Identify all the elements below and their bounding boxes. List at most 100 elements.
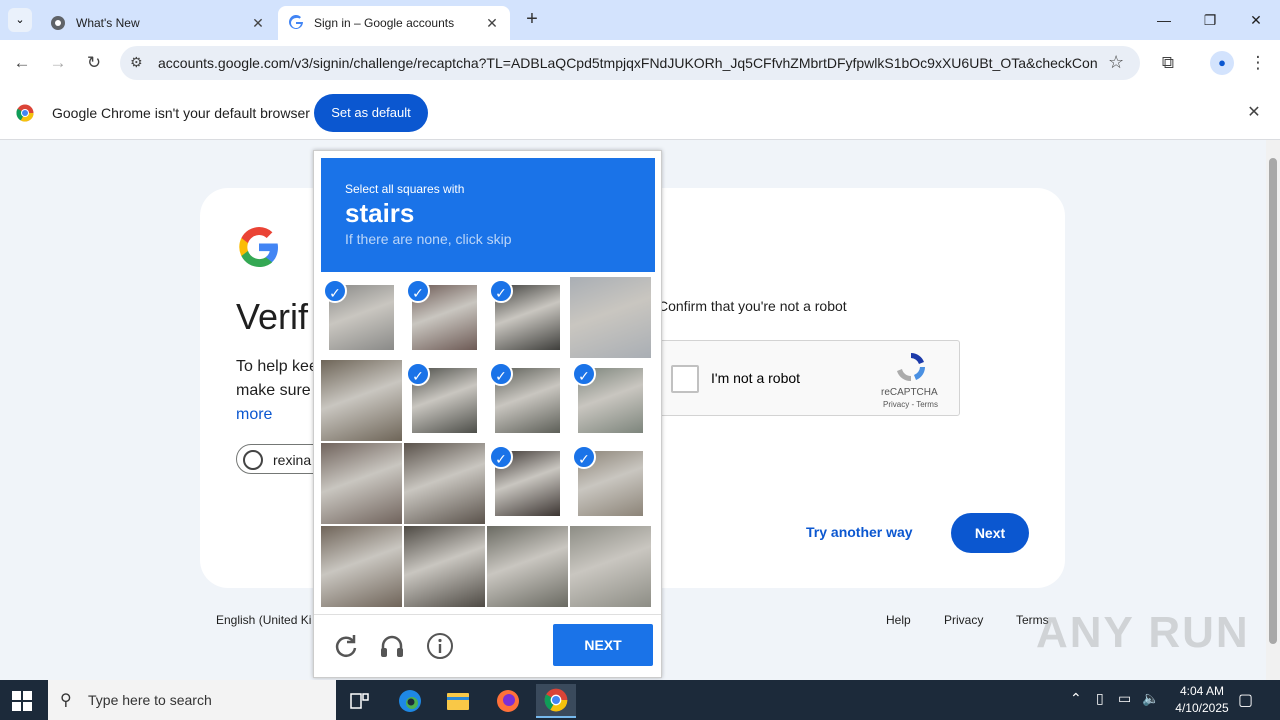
- challenge-skip-hint: If there are none, click skip: [345, 231, 512, 247]
- learn-more-link[interactable]: more: [236, 406, 272, 424]
- restore-button[interactable]: ❐: [1198, 8, 1222, 32]
- google-logo-icon: [238, 226, 280, 268]
- scroll-thumb[interactable]: [1269, 158, 1277, 644]
- tab-strip: ⌄ What's New ✕ Sign in – Google accounts…: [0, 0, 1280, 40]
- account-email: rexina: [273, 452, 312, 468]
- challenge-instruction: Select all squares with: [345, 182, 465, 196]
- back-button[interactable]: ←: [10, 51, 34, 75]
- reload-button[interactable]: ↻: [82, 51, 106, 75]
- challenge-tile[interactable]: ✓: [487, 360, 568, 441]
- menu-kebab-icon[interactable]: ⋮: [1246, 51, 1270, 75]
- tile-photo: [404, 443, 485, 524]
- challenge-header: Select all squares with stairs If there …: [321, 158, 655, 272]
- windows-taskbar: ⚲ Type here to search ⌃ ▯ ▭ 🔈 4:04 AM 4/…: [0, 680, 1280, 720]
- checkmark-icon: ✓: [489, 362, 513, 386]
- new-tab-button[interactable]: +: [520, 8, 544, 32]
- notifications-icon[interactable]: ▢: [1238, 690, 1253, 710]
- checkmark-icon: ✓: [323, 279, 347, 303]
- task-view-icon[interactable]: [340, 684, 380, 718]
- chevron-down-icon: ⌄: [15, 14, 25, 26]
- chrome-favicon-icon: [50, 15, 66, 31]
- help-link[interactable]: Help: [886, 613, 911, 627]
- challenge-tile[interactable]: [404, 443, 485, 524]
- windows-start-icon[interactable]: [12, 691, 32, 711]
- profile-avatar-icon[interactable]: ●: [1210, 51, 1234, 75]
- next-button[interactable]: Next: [951, 513, 1029, 553]
- privacy-link[interactable]: Privacy: [944, 613, 983, 627]
- tile-photo: [570, 526, 651, 607]
- google-favicon-icon: [288, 15, 304, 31]
- close-tab-icon[interactable]: ✕: [250, 15, 266, 31]
- close-window-button[interactable]: ✕: [1244, 8, 1268, 32]
- checkmark-icon: ✓: [489, 279, 513, 303]
- tab-whats-new[interactable]: What's New ✕: [40, 6, 276, 40]
- recaptcha-checkbox[interactable]: [671, 365, 699, 393]
- checkmark-icon: ✓: [406, 279, 430, 303]
- challenge-tile[interactable]: ✓: [570, 360, 651, 441]
- challenge-tile[interactable]: ✓: [321, 277, 402, 358]
- url-text[interactable]: accounts.google.com/v3/signin/challenge/…: [158, 55, 1098, 71]
- challenge-tile[interactable]: [570, 277, 651, 358]
- recaptcha-challenge: Select all squares with stairs If there …: [313, 150, 662, 678]
- challenge-tile[interactable]: ✓: [487, 443, 568, 524]
- checkmark-icon: ✓: [572, 445, 596, 469]
- bookmark-star-icon[interactable]: ☆: [1108, 52, 1124, 73]
- address-bar[interactable]: ⚙ accounts.google.com/v3/signin/challeng…: [120, 46, 1140, 80]
- try-another-way-button[interactable]: Try another way: [806, 524, 913, 540]
- edge-icon[interactable]: [390, 684, 430, 718]
- search-icon: ⚲: [60, 692, 72, 709]
- extensions-icon[interactable]: ⧉: [1156, 51, 1180, 75]
- challenge-tile[interactable]: [570, 526, 651, 607]
- info-icon[interactable]: [426, 632, 454, 660]
- search-placeholder: Type here to search: [88, 692, 212, 708]
- set-as-default-button[interactable]: Set as default: [314, 94, 428, 132]
- page-scrollbar[interactable]: [1266, 140, 1280, 680]
- help-text: To help kee: [236, 358, 318, 375]
- close-tab-icon[interactable]: ✕: [484, 15, 500, 31]
- minimize-button[interactable]: —: [1152, 8, 1176, 32]
- recaptcha-privacy-terms[interactable]: Privacy - Terms: [883, 400, 938, 409]
- challenge-tile[interactable]: [487, 526, 568, 607]
- forward-button[interactable]: →: [46, 51, 70, 75]
- chrome-taskbar-icon[interactable]: [536, 684, 576, 718]
- tab-search-button[interactable]: ⌄: [8, 8, 32, 32]
- network-icon[interactable]: ▭: [1118, 690, 1131, 707]
- divider: [314, 614, 661, 615]
- challenge-tile[interactable]: [321, 360, 402, 441]
- confirm-robot-text: Confirm that you're not a robot: [658, 298, 847, 314]
- site-info-icon[interactable]: ⚙: [130, 54, 143, 71]
- tab-sign-in[interactable]: Sign in – Google accounts ✕: [278, 6, 510, 40]
- toolbar: ← → ↻ ⚙ accounts.google.com/v3/signin/ch…: [0, 40, 1280, 86]
- recaptcha-brand: reCAPTCHA: [881, 387, 938, 398]
- clock-date[interactable]: 4/10/2025: [1166, 701, 1238, 715]
- reload-challenge-icon[interactable]: [332, 632, 360, 660]
- tile-photo: [404, 526, 485, 607]
- device-icon[interactable]: ▯: [1096, 690, 1104, 707]
- challenge-object: stairs: [345, 198, 415, 228]
- firefox-icon[interactable]: [488, 684, 528, 718]
- audio-challenge-icon[interactable]: [378, 632, 406, 660]
- taskbar-search[interactable]: ⚲ Type here to search: [48, 680, 336, 720]
- tile-photo: [321, 360, 402, 441]
- challenge-tile[interactable]: [321, 443, 402, 524]
- challenge-next-button[interactable]: NEXT: [553, 624, 653, 666]
- challenge-tile[interactable]: ✓: [487, 277, 568, 358]
- challenge-tile[interactable]: [321, 526, 402, 607]
- file-explorer-icon[interactable]: [438, 684, 478, 718]
- recaptcha-label: I'm not a robot: [711, 370, 801, 386]
- infobar-message: Google Chrome isn't your default browser: [52, 105, 310, 121]
- language-selector[interactable]: English (United Ki: [216, 613, 311, 627]
- tile-photo: [321, 526, 402, 607]
- challenge-tile[interactable]: [404, 526, 485, 607]
- challenge-tile[interactable]: ✓: [404, 277, 485, 358]
- challenge-tile-grid: ✓ ✓ ✓ ✓ ✓ ✓ ✓ ✓: [321, 277, 653, 608]
- chevron-up-icon[interactable]: ⌃: [1070, 690, 1082, 707]
- clock-time[interactable]: 4:04 AM: [1172, 684, 1232, 698]
- volume-icon[interactable]: 🔈: [1142, 690, 1159, 707]
- challenge-tile[interactable]: ✓: [404, 360, 485, 441]
- page-title: Verif: [236, 296, 309, 337]
- recaptcha-widget: I'm not a robot reCAPTCHA Privacy - Term…: [652, 340, 960, 416]
- tile-photo: [487, 526, 568, 607]
- challenge-tile[interactable]: ✓: [570, 443, 651, 524]
- close-infobar-icon[interactable]: ✕: [1244, 103, 1264, 123]
